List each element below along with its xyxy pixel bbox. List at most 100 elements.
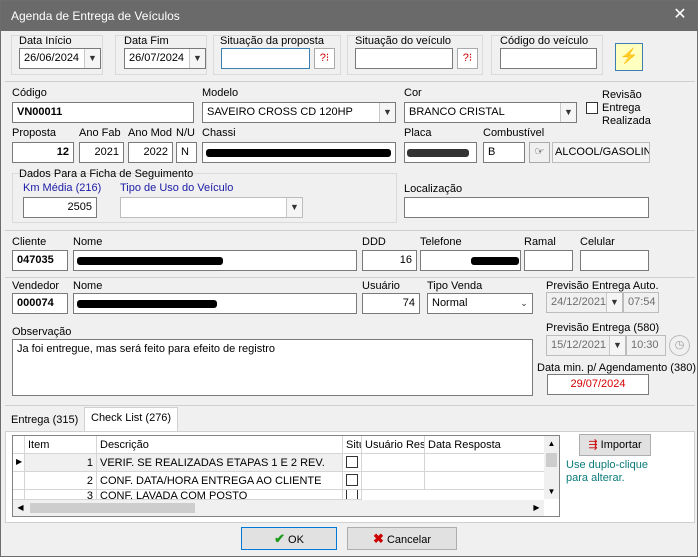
observacao-label: Observação <box>12 326 72 338</box>
km-media-input[interactable]: 2505 <box>23 197 97 218</box>
table-row-desc[interactable]: CONF. DATA/HORA ENTREGA AO CLIENTE <box>97 472 343 490</box>
observacao-textarea[interactable]: Ja foi entregue, mas será feito para efe… <box>12 339 533 396</box>
header-item[interactable]: Item <box>25 436 97 454</box>
chevron-down-icon[interactable]: ▼ <box>379 103 395 122</box>
cliente-label: Cliente <box>12 236 47 248</box>
title-bar: Agenda de Entrega de Veículos ✕ <box>1 1 697 31</box>
ddd-input[interactable]: 16 <box>362 250 417 271</box>
localizacao-input[interactable] <box>404 197 649 218</box>
chevron-down-icon[interactable]: ⌄ <box>516 294 532 313</box>
situacao-checkbox[interactable] <box>346 456 358 468</box>
chassi-label: Chassi <box>202 127 236 139</box>
ficha-label: Dados Para a Ficha de Seguimento <box>19 168 194 180</box>
ano-mod-input[interactable]: 2022 <box>128 142 173 163</box>
redacted-vendedor-nome <box>77 300 217 308</box>
ramal-input[interactable] <box>524 250 573 271</box>
placa-label: Placa <box>404 127 432 139</box>
scroll-down-icon[interactable]: ▼ <box>544 484 559 499</box>
redacted-placa <box>407 149 469 157</box>
nu-input[interactable]: N <box>176 142 197 163</box>
combustivel-label: Combustível <box>483 127 545 139</box>
situacao-veiculo-label: Situação do veículo <box>355 35 452 47</box>
window-title: Agenda de Entrega de Veículos <box>11 9 180 23</box>
redacted-cliente-nome <box>77 257 223 265</box>
cliente-input[interactable]: 047035 <box>12 250 68 271</box>
prev-580-date: 15/12/2021 ▼ <box>546 335 626 356</box>
table-row-desc[interactable]: VERIF. SE REALIZADAS ETAPAS 1 E 2 REV. <box>97 454 343 472</box>
revisao-entrega-checkbox[interactable] <box>586 102 598 114</box>
header-situacao[interactable]: Situ <box>343 436 362 454</box>
scroll-left-icon[interactable]: ◀ <box>13 500 28 516</box>
vertical-scrollbar[interactable]: ▲ ▼ <box>544 436 559 499</box>
usuario-label: Usuário <box>362 280 400 292</box>
hand-pointer-icon[interactable]: ☞ <box>529 142 550 163</box>
km-media-label: Km Média (216) <box>23 182 102 194</box>
data-fim-input[interactable]: 26/07/2024 ▼ <box>124 48 206 69</box>
table-row-item[interactable]: 2 <box>25 472 97 490</box>
revisao-label: Revisão <box>602 89 642 101</box>
importar-hint-2: para alterar. <box>566 472 625 484</box>
cor-select[interactable]: BRANCO CRISTAL ▼ <box>404 102 577 123</box>
codigo-input[interactable]: VN00011 <box>12 102 194 123</box>
situacao-veiculo-input[interactable] <box>355 48 453 69</box>
proposta-input[interactable]: 12 <box>12 142 74 163</box>
horizontal-scrollbar[interactable]: ◀ ▶ <box>13 500 544 516</box>
lookup-help-icon[interactable]: ?⁝ <box>457 48 478 69</box>
ano-fab-label: Ano Fab <box>79 127 121 139</box>
ramal-label: Ramal <box>524 236 556 248</box>
vendedor-input[interactable]: 000074 <box>12 293 68 314</box>
redacted-chassi <box>206 149 391 157</box>
realizada-label: Realizada <box>602 115 651 127</box>
chevron-down-icon[interactable]: ▼ <box>84 49 100 68</box>
situacao-checkbox[interactable] <box>346 474 358 486</box>
prev-580-label: Previsão Entrega (580) <box>546 322 660 334</box>
vendedor-nome-label: Nome <box>73 280 103 292</box>
data-min-input[interactable]: 29/07/2024 <box>547 374 649 395</box>
data-min-label: Data min. p/ Agendamento (380) <box>537 362 696 374</box>
checklist-grid[interactable]: Item Descrição Situ Usuário Resp Data Re… <box>12 435 560 517</box>
row-pointer-icon: ▶ <box>13 454 25 472</box>
ddd-label: DDD <box>362 236 386 248</box>
table-row-item[interactable]: 3 <box>25 490 97 500</box>
tab-entrega[interactable]: Entrega (315) <box>5 410 84 432</box>
cancel-button[interactable]: ✖ Cancelar <box>347 527 457 550</box>
header-usuario-resp[interactable]: Usuário Resp <box>362 436 425 454</box>
table-row-item[interactable]: 1 <box>25 454 97 472</box>
scroll-up-icon[interactable]: ▲ <box>544 436 559 451</box>
header-descricao[interactable]: Descrição <box>97 436 343 454</box>
lookup-help-icon[interactable]: ?⁝ <box>314 48 335 69</box>
ano-fab-input[interactable]: 2021 <box>79 142 124 163</box>
scroll-right-icon[interactable]: ▶ <box>529 500 544 516</box>
modelo-select[interactable]: SAVEIRO CROSS CD 120HP ▼ <box>202 102 396 123</box>
tipo-uso-select[interactable]: ▼ <box>120 197 303 218</box>
close-icon[interactable]: ✕ <box>669 5 691 25</box>
codigo-veiculo-input[interactable] <box>500 48 597 69</box>
data-inicio-input[interactable]: 26/06/2024 ▼ <box>19 48 101 69</box>
cliente-nome-label: Nome <box>73 236 103 248</box>
lightning-icon[interactable]: ⚡ <box>615 43 643 71</box>
importar-button[interactable]: ⇶ Importar <box>579 434 651 456</box>
clock-icon[interactable]: ◷ <box>669 335 690 356</box>
chevron-down-icon[interactable]: ▼ <box>286 198 302 217</box>
tab-check-list[interactable]: Check List (276) <box>84 407 179 432</box>
scroll-thumb[interactable] <box>546 453 557 467</box>
usuario-input[interactable]: 74 <box>362 293 420 314</box>
prev-auto-date: 24/12/2021 ▼ <box>546 292 623 313</box>
combustivel-code-input[interactable]: B <box>483 142 525 163</box>
chevron-down-icon[interactable]: ▼ <box>560 103 576 122</box>
data-inicio-label: Data Início <box>19 35 72 47</box>
ok-button[interactable]: ✔ OK <box>241 527 337 550</box>
cor-label: Cor <box>404 87 422 99</box>
chevron-down-icon[interactable]: ▼ <box>189 49 205 68</box>
import-icon: ⇶ <box>588 439 598 451</box>
situacao-proposta-input[interactable] <box>221 48 310 69</box>
celular-input[interactable] <box>580 250 649 271</box>
codigo-label: Código <box>12 87 47 99</box>
scroll-thumb[interactable] <box>30 503 195 513</box>
table-row-desc[interactable]: CONF. LAVADA COM POSTO <box>97 490 343 500</box>
nu-label: N/U <box>176 127 195 139</box>
situacao-checkbox[interactable] <box>346 490 358 499</box>
tipo-venda-select[interactable]: Normal ⌄ <box>427 293 533 314</box>
chevron-down-icon: ▼ <box>606 293 622 312</box>
header-data-resposta[interactable]: Data Resposta <box>425 436 545 454</box>
